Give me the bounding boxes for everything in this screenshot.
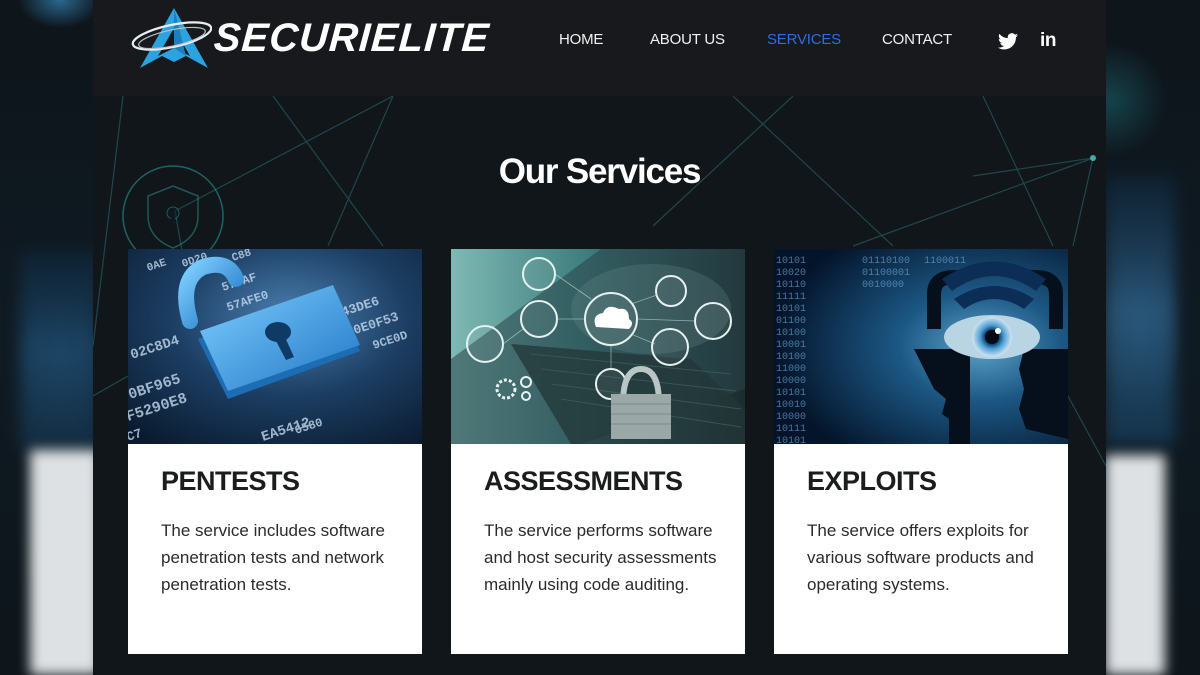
linkedin-icon: in: [1040, 30, 1056, 51]
binary-text: 10101: [776, 304, 806, 315]
linkedin-link[interactable]: in: [1037, 30, 1059, 52]
brand-name: SECURIELITE: [212, 15, 492, 60]
card-title: PENTESTS: [161, 466, 300, 496]
brand-logo[interactable]: SECURIELITE: [130, 6, 492, 70]
card-title: EXPLOITS: [807, 466, 937, 496]
binary-text: 0010000: [862, 280, 904, 291]
web-page: SECURIELITE HOME ABOUT US SERVICES CONTA…: [93, 0, 1106, 675]
binary-text: 10111: [776, 424, 806, 435]
card-description: The service performs software and host s…: [484, 521, 717, 594]
binary-text: 01100: [776, 316, 806, 327]
blurred-background-card-right: [1105, 455, 1165, 675]
service-card-exploits[interactable]: 10101 10020 10110 11111 10101 01100 1010…: [774, 249, 1068, 654]
binary-text: 10110: [776, 280, 806, 291]
binary-text: 11111: [776, 292, 806, 303]
binary-text: 10101: [776, 256, 806, 267]
binary-text: 11000: [776, 364, 806, 375]
binary-text: 01100001: [862, 268, 910, 279]
binary-text: 10101: [776, 388, 806, 399]
binary-text: 10000: [776, 412, 806, 423]
blurred-background-image-right: [1105, 175, 1175, 445]
page-title: Our Services: [498, 152, 702, 191]
binary-text: 10001: [776, 340, 806, 351]
card-title: ASSESSMENTS: [484, 466, 683, 496]
blurred-background-card-left: [30, 450, 100, 675]
site-header: SECURIELITE HOME ABOUT US SERVICES CONTA…: [93, 0, 1106, 96]
nav-contact[interactable]: CONTACT: [882, 31, 952, 48]
binary-text: 10000: [776, 376, 806, 387]
service-card-pentests[interactable]: 0AE 0D20 C88 57DAF 57AFE0 0343DE6 680E0F…: [128, 249, 422, 654]
nav-about-us[interactable]: ABOUT US: [650, 31, 725, 48]
binary-text: 10101: [776, 436, 806, 444]
blurred-background-image-left: [20, 250, 100, 450]
twitter-icon: [998, 32, 1018, 49]
card-description: The service offers exploits for various …: [807, 521, 1034, 594]
binary-text: 10020: [776, 268, 806, 279]
laptop-cloud-network-padlock-image: [451, 249, 745, 444]
open-padlock-on-hex-code-image: 0AE 0D20 C88 57DAF 57AFE0 0343DE6 680E0F…: [128, 249, 422, 444]
nav-services[interactable]: SERVICES: [767, 31, 841, 48]
service-card-assessments[interactable]: ASSESSMENTS The service performs softwar…: [451, 249, 745, 654]
binary-text: 1100011: [924, 256, 966, 267]
binary-text: 10010: [776, 400, 806, 411]
card-description: The service includes software penetratio…: [161, 521, 385, 594]
twitter-link[interactable]: [997, 30, 1019, 52]
binary-text: 10100: [776, 352, 806, 363]
a-arrow-orbit-logo-icon: [131, 8, 212, 68]
binary-text: 01110100: [862, 256, 910, 267]
eye-padlock-binary-image: 10101 10020 10110 11111 10101 01100 1010…: [774, 249, 1068, 444]
binary-text: 10100: [776, 328, 806, 339]
nav-home[interactable]: HOME: [559, 31, 603, 48]
